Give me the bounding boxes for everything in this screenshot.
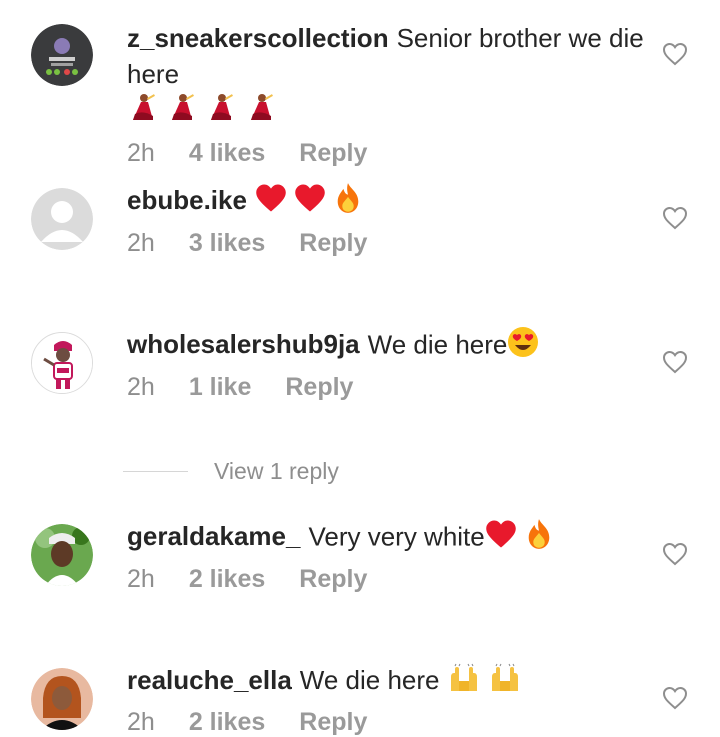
view-replies-button[interactable]: View 1 reply — [123, 456, 339, 486]
comment-username[interactable]: z_sneakerscollection — [127, 23, 389, 53]
comment-time: 2h — [127, 707, 155, 736]
comment-time: 2h — [127, 565, 155, 593]
reply-button[interactable]: Reply — [299, 565, 367, 594]
fire-emoji — [524, 518, 554, 559]
comment-message: We die here — [299, 665, 440, 695]
comment-meta: 2h 3 likes Reply — [127, 229, 647, 258]
comment-body: realuche_ella We die here 2h 2 likes Repl… — [127, 662, 647, 737]
reply-button[interactable]: Reply — [299, 139, 367, 168]
avatar[interactable] — [31, 524, 93, 586]
likes-count[interactable]: 2 likes — [189, 708, 265, 737]
like-heart-icon[interactable] — [662, 42, 688, 66]
comment-body: z_sneakerscollection Senior brother we di… — [127, 20, 647, 168]
avatar[interactable] — [31, 188, 93, 250]
heart-eyes-emoji — [507, 326, 539, 367]
comment-text: geraldakame_ Very very white — [127, 518, 647, 559]
comment-meta: 2h 2 likes Reply — [127, 565, 647, 594]
raising-hands-emoji — [447, 663, 481, 702]
fire-emoji — [333, 182, 363, 223]
emoji-group — [485, 518, 554, 559]
comment-text: realuche_ella We die here — [127, 662, 647, 702]
comment-username[interactable]: wholesalershub9ja — [127, 329, 360, 359]
reply-button[interactable]: Reply — [299, 708, 367, 737]
dancer-emoji — [245, 92, 277, 133]
comment-message: Very very white — [308, 521, 485, 552]
likes-count[interactable]: 4 likes — [189, 139, 265, 168]
red-heart-emoji — [294, 183, 326, 222]
view-replies-label[interactable]: View 1 reply — [214, 458, 339, 485]
comment-message: We die here — [367, 329, 508, 360]
dancer-emoji — [127, 92, 159, 133]
red-heart-emoji — [255, 183, 287, 222]
dancer-emoji — [166, 92, 198, 133]
comment-text: wholesalershub9ja We die here — [127, 326, 647, 367]
avatar[interactable] — [31, 668, 93, 730]
raising-hands-emoji — [488, 663, 522, 702]
likes-count[interactable]: 3 likes — [189, 229, 265, 258]
comment-body: ebube.ike 2h 3 likes Reply — [127, 182, 647, 258]
divider — [123, 470, 188, 472]
comment-time: 2h — [127, 139, 155, 167]
emoji-group — [255, 182, 363, 223]
comment-meta: 2h 2 likes Reply — [127, 708, 647, 737]
comment-body: geraldakame_ Very very white 2h 2 likes R… — [127, 518, 647, 594]
comment-text: z_sneakerscollection Senior brother we di… — [127, 20, 647, 133]
like-heart-icon[interactable] — [662, 686, 688, 710]
avatar[interactable] — [31, 332, 93, 394]
red-heart-emoji — [485, 519, 517, 558]
comment-time: 2h — [127, 229, 155, 257]
emoji-group — [507, 326, 539, 367]
likes-count[interactable]: 1 like — [189, 373, 252, 402]
comment-text: ebube.ike — [127, 182, 647, 223]
avatar[interactable] — [31, 24, 93, 86]
like-heart-icon[interactable] — [662, 542, 688, 566]
likes-count[interactable]: 2 likes — [189, 565, 265, 594]
comment-time: 2h — [127, 373, 155, 401]
reply-button[interactable]: Reply — [299, 229, 367, 258]
reply-button[interactable]: Reply — [285, 373, 353, 402]
comment-meta: 2h 4 likes Reply — [127, 139, 647, 168]
emoji-group — [127, 92, 277, 133]
like-heart-icon[interactable] — [662, 206, 688, 230]
like-heart-icon[interactable] — [662, 350, 688, 374]
comment-username[interactable]: geraldakame_ — [127, 521, 300, 551]
comment-username[interactable]: realuche_ella — [127, 665, 292, 695]
emoji-group — [447, 662, 522, 702]
comment-body: wholesalershub9ja We die here 2h 1 like R… — [127, 326, 647, 402]
comment-username[interactable]: ebube.ike — [127, 185, 247, 215]
comment-meta: 2h 1 like Reply — [127, 373, 647, 402]
dancer-emoji — [205, 92, 237, 133]
